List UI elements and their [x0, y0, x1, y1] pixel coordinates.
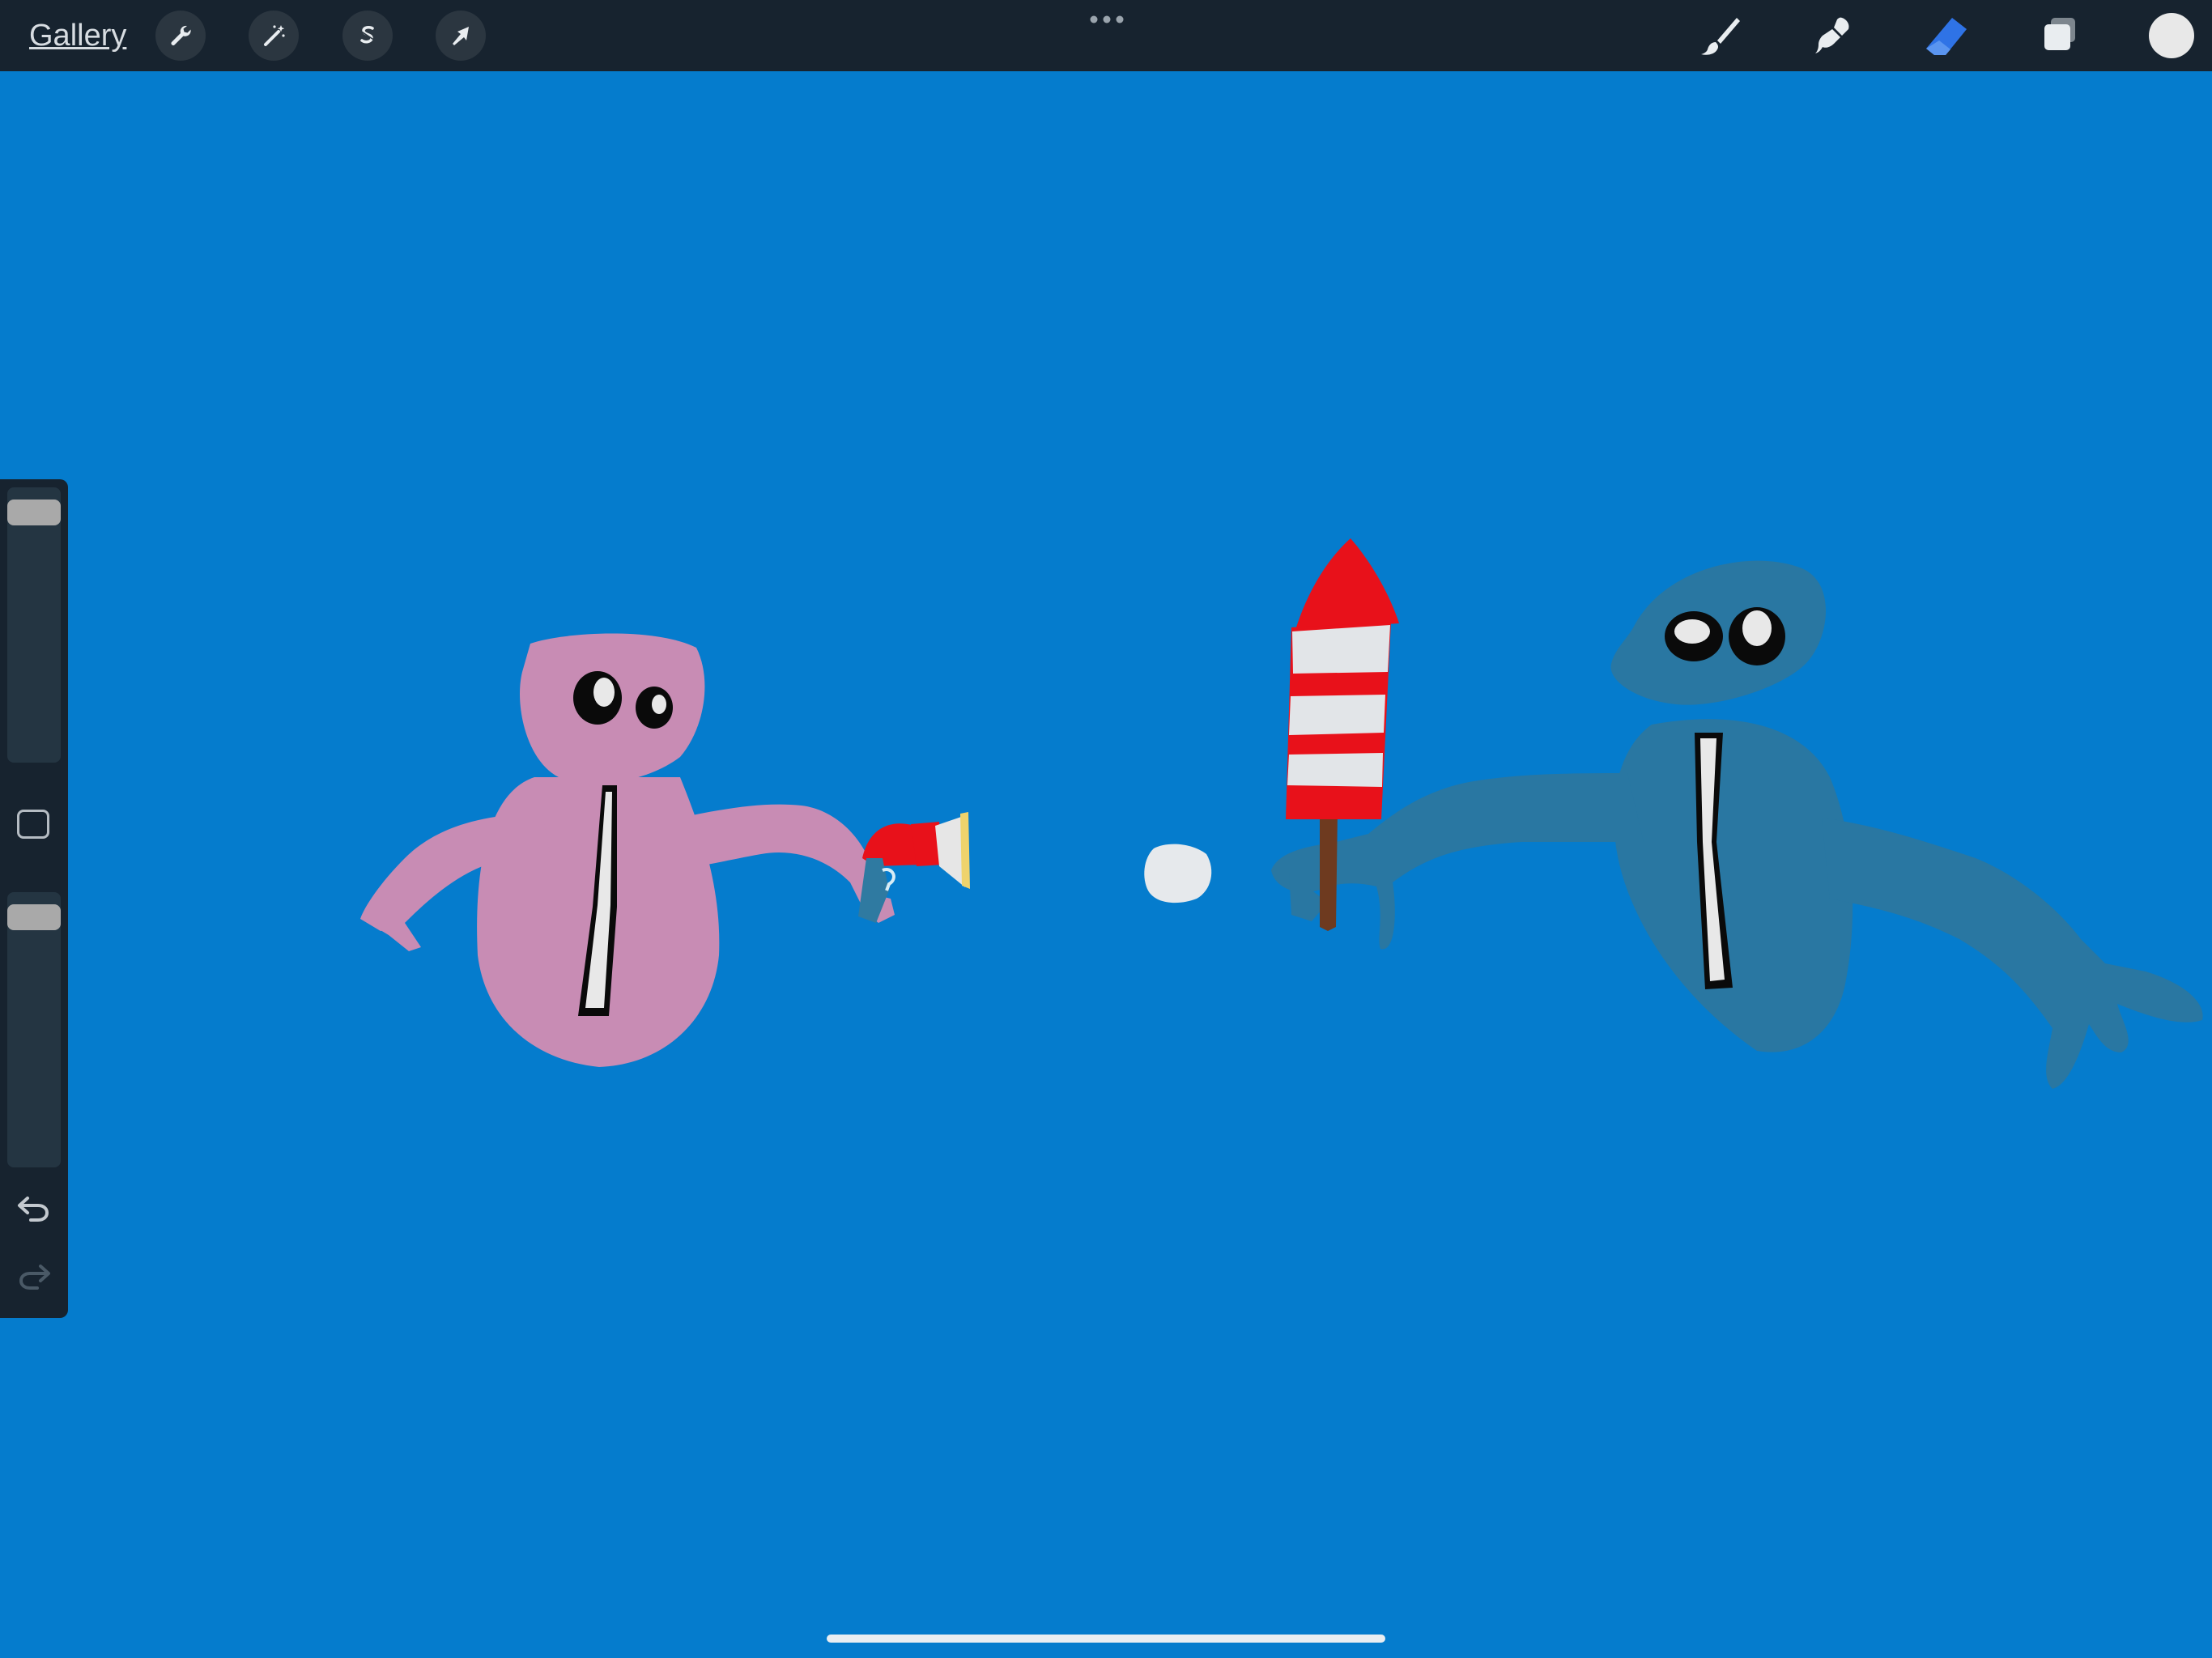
modify-button[interactable]	[17, 810, 49, 839]
gallery-link[interactable]: Gallery	[29, 15, 126, 57]
undo-icon[interactable]	[15, 1192, 53, 1224]
eraser-tool-button[interactable]	[1921, 11, 1972, 62]
opacity-thumb[interactable]	[7, 904, 61, 931]
adjustments-button[interactable]	[249, 11, 299, 61]
redo-icon[interactable]	[15, 1260, 53, 1292]
more-options-icon[interactable]	[1089, 13, 1125, 26]
magic-wand-icon	[264, 25, 285, 46]
party-popper	[858, 812, 970, 923]
brush-size-thumb[interactable]	[7, 500, 61, 526]
layers-button[interactable]	[2035, 11, 2085, 62]
home-indicator[interactable]	[827, 1635, 1385, 1643]
blue-creature	[1271, 560, 2203, 1089]
opacity-slider[interactable]	[7, 892, 61, 1167]
eraser-icon	[1926, 18, 1967, 55]
selection-button[interactable]	[342, 11, 393, 61]
transform-arrow-icon	[453, 27, 469, 45]
brush-icon	[1701, 18, 1740, 55]
actions-button[interactable]	[155, 11, 206, 61]
brush-size-slider[interactable]	[7, 487, 61, 763]
left-sidebar	[0, 479, 68, 1318]
brush-tool-button[interactable]	[1695, 11, 1745, 62]
wrench-icon	[171, 25, 191, 45]
color-picker-button[interactable]	[2149, 13, 2194, 58]
top-toolbar: Gallery	[0, 0, 2212, 71]
pink-creature	[360, 633, 895, 1067]
drawing-canvas[interactable]	[0, 71, 2212, 1658]
smoke-puff	[1144, 844, 1212, 903]
smudge-icon	[1815, 17, 1849, 53]
selection-s-icon	[359, 26, 376, 44]
smudge-tool-button[interactable]	[1808, 11, 1858, 62]
layers-icon	[2044, 18, 2075, 50]
transform-button[interactable]	[436, 11, 486, 61]
